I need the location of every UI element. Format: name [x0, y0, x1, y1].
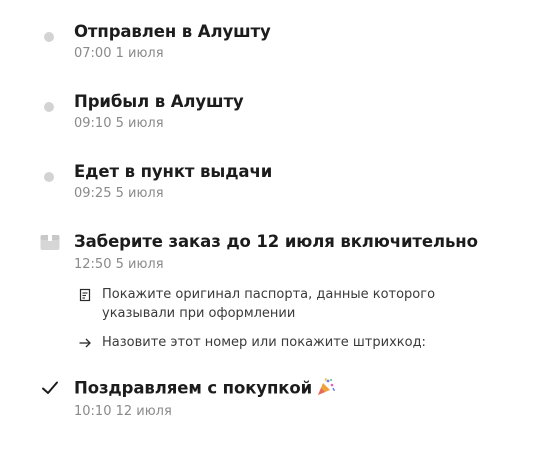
gray-dot-icon: [44, 172, 54, 182]
timeline-event-pickup: Заберите заказ до 12 июля включительно 1…: [0, 215, 543, 355]
instruction-text: Покажите оригинал паспорта, данные котор…: [102, 287, 436, 321]
event-timestamp: 10:10 12 июля: [74, 404, 172, 419]
timeline-event-completed: Поздравляем с покупкой 10:10 12 июля: [0, 360, 543, 430]
event-timestamp: 09:25 5 июля: [74, 186, 164, 201]
timeline-event-arrived: Прибыл в Алушту 09:10 5 июля: [0, 75, 543, 135]
event-title: Отправлен в Алушту: [74, 22, 271, 41]
timeline-event-shipped: Отправлен в Алушту 07:00 1 июля: [0, 5, 543, 65]
pickup-instruction-barcode: Назовите этот номер или покажите штрихко…: [78, 334, 498, 354]
arrow-right-icon: [78, 335, 92, 349]
pickup-box-icon: [40, 233, 60, 251]
event-title: Заберите заказ до 12 июля включительно: [74, 232, 478, 251]
instruction-text: Назовите этот номер или покажите штрихко…: [102, 335, 426, 350]
checkmark-icon: [41, 380, 59, 396]
pickup-instruction-passport: Покажите оригинал паспорта, данные котор…: [78, 286, 498, 326]
gray-dot-icon: [44, 102, 54, 112]
gray-dot-icon: [44, 32, 54, 42]
event-timestamp: 12:50 5 июля: [74, 257, 164, 272]
event-title: Поздравляем с покупкой: [74, 377, 336, 401]
order-tracking-timeline: Отправлен в Алушту 07:00 1 июля Прибыл в…: [0, 0, 543, 452]
timeline-event-on-the-way: Едет в пункт выдачи 09:25 5 июля: [0, 145, 543, 205]
event-title: Едет в пункт выдачи: [74, 162, 273, 181]
party-popper-icon: [316, 377, 336, 401]
event-timestamp: 07:00 1 июля: [74, 46, 164, 61]
event-timestamp: 09:10 5 июля: [74, 116, 164, 131]
event-title: Прибыл в Алушту: [74, 92, 244, 111]
document-icon: [78, 287, 92, 302]
